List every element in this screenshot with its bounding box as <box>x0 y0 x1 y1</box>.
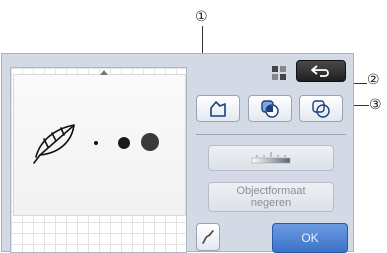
leaf-drawing <box>33 124 75 164</box>
curve-line-icon <box>202 230 214 244</box>
medium-dot <box>118 137 130 149</box>
ignore-size-label-1: Objectformaat <box>236 185 306 197</box>
threshold-slider-icon <box>251 152 291 164</box>
scanned-shapes <box>33 124 159 164</box>
callout-2: ② <box>367 72 380 88</box>
scanned-image <box>13 74 186 216</box>
small-dot <box>94 141 98 145</box>
outline-detect-icon <box>210 100 226 117</box>
device-screen: Objectformaat negeren OK <box>1 53 354 253</box>
curve-button[interactable] <box>196 223 220 251</box>
threshold-button[interactable] <box>208 145 334 171</box>
inner-outline-icon <box>261 99 279 118</box>
return-arrow-icon <box>311 65 329 77</box>
outer-outline-icon <box>312 99 330 118</box>
large-dot <box>141 133 159 151</box>
back-button[interactable] <box>296 60 346 82</box>
ignore-object-size-button[interactable]: Objectformaat negeren <box>208 182 334 212</box>
callout-3: ③ <box>369 97 382 113</box>
outline-detect-button[interactable] <box>196 95 240 122</box>
panel-divider <box>196 134 346 135</box>
scroll-up-arrow-icon[interactable] <box>100 70 108 75</box>
outer-outline-button[interactable] <box>299 95 343 122</box>
callout-1: ① <box>195 9 208 25</box>
grid-view-icon[interactable] <box>272 66 286 80</box>
ok-label: OK <box>301 231 319 245</box>
ok-button[interactable]: OK <box>272 223 348 253</box>
inner-outline-button[interactable] <box>248 95 292 122</box>
ignore-size-label-2: negeren <box>250 197 292 209</box>
scan-preview-area[interactable] <box>10 67 187 253</box>
